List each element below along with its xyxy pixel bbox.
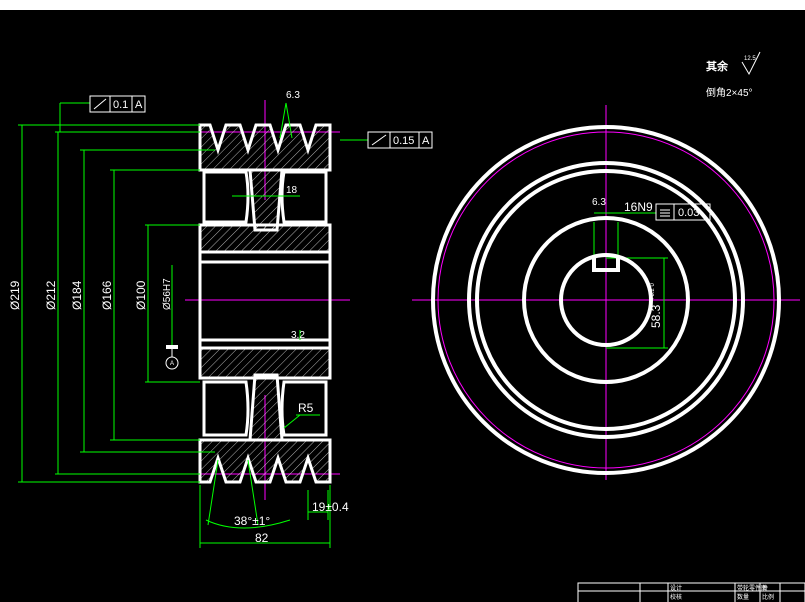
dim-d100: Ø100: [134, 280, 148, 310]
datum-a-symbol: A: [165, 345, 179, 370]
svg-text:数量: 数量: [737, 593, 749, 601]
note-qiyu-roughness: 12.5: [744, 56, 756, 62]
lower-rim-section: [198, 438, 332, 484]
upper-web-section: [248, 168, 284, 232]
section-view: [198, 123, 332, 484]
dim-d219: Ø219: [8, 280, 22, 310]
dim-web: 18: [286, 185, 298, 196]
title-block: 设计 校核 带轮零件图 比例 数量 件: [577, 582, 805, 602]
dim-d166: Ø166: [100, 280, 114, 310]
svg-text:A: A: [170, 361, 174, 367]
svg-text:0.1: 0.1: [113, 99, 128, 111]
dim-fillet: R5: [298, 401, 314, 415]
svg-text:0.15: 0.15: [393, 135, 414, 147]
dim-d184: Ø184: [70, 280, 84, 310]
lower-web-section: [248, 373, 284, 442]
roughness-keyway: 6.3: [592, 197, 606, 208]
dim-keyway-width: 16N9: [624, 200, 653, 214]
svg-text:比例: 比例: [762, 593, 774, 601]
note-chamfer: 倒角2×45°: [706, 87, 753, 99]
svg-text:A: A: [422, 135, 430, 147]
top-border: [0, 0, 805, 10]
dim-d212: Ø212: [44, 280, 58, 310]
roughness-bore: 3.2: [291, 330, 305, 341]
upper-hub-section: [198, 223, 332, 254]
roughness-groove: 6.3: [286, 90, 300, 101]
tolerance-frame-right: 0.15 A: [367, 131, 433, 149]
dim-width: 82: [255, 531, 269, 545]
dim-d56: Ø56H7: [162, 278, 173, 310]
svg-text:校核: 校核: [670, 593, 682, 601]
svg-text:A: A: [135, 99, 143, 111]
technical-notes: 其余 12.5 倒角2×45°: [706, 51, 761, 99]
tolerance-frame-left: 0.1 A: [89, 95, 146, 113]
dim-angle: 38°±1°: [234, 514, 270, 528]
note-qiyu: 其余: [706, 59, 729, 73]
dim-pitch: 19±0.4: [312, 500, 349, 514]
pulley-drawing: Ø219 Ø212 Ø184 Ø166 Ø100 Ø56H7 18 R5 38°…: [8, 51, 805, 602]
svg-text:件: 件: [762, 584, 768, 592]
svg-text:设计: 设计: [670, 584, 682, 592]
